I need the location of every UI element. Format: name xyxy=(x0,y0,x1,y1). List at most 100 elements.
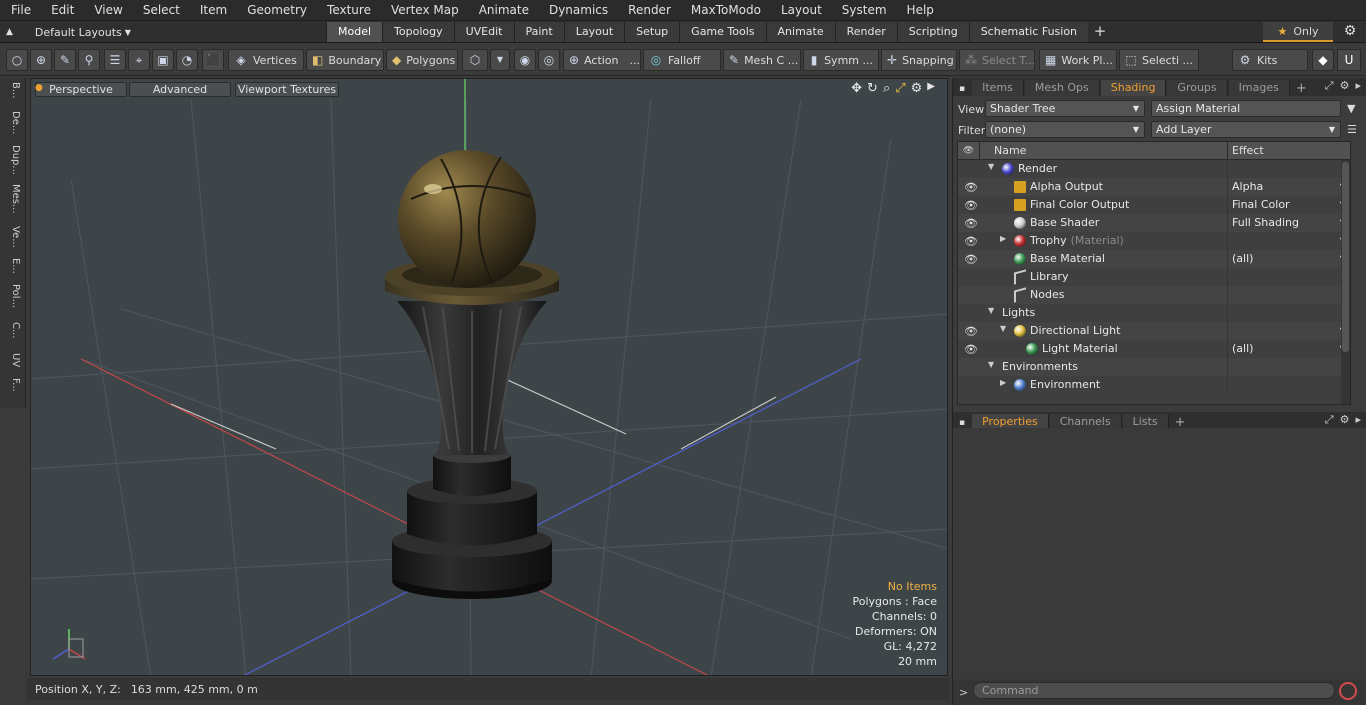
assign-material-dropdown[interactable]: Assign Material xyxy=(1151,100,1341,117)
pen-button[interactable]: ✎ xyxy=(54,49,76,71)
mesh-constraints-button[interactable]: ✎ Mesh C ... xyxy=(723,49,801,71)
menu-view[interactable]: View xyxy=(83,0,131,21)
collapsed-arrow-icon[interactable]: ▶ xyxy=(1000,378,1006,387)
view-dropdown[interactable]: Shader Tree ▼ xyxy=(985,100,1145,117)
material-mode-button[interactable]: ⬡ xyxy=(462,49,488,71)
command-input[interactable]: Command xyxy=(973,682,1335,699)
menu-vertex-map[interactable]: Vertex Map xyxy=(380,0,468,21)
expanded-arrow-icon[interactable]: ▼ xyxy=(988,162,994,171)
unity-button[interactable]: ◆ xyxy=(1312,49,1334,71)
snapping-button[interactable]: ✛ Snapping xyxy=(881,49,957,71)
effect-cell[interactable]: (all)▼ xyxy=(1227,250,1350,268)
menu-texture[interactable]: Texture xyxy=(316,0,380,21)
menu-item[interactable]: Item xyxy=(189,0,236,21)
expand-icon[interactable]: ⤢ xyxy=(1325,79,1334,93)
scroll-thumb[interactable] xyxy=(1342,162,1349,352)
shading-tab-mesh-ops[interactable]: Mesh Ops xyxy=(1024,80,1100,96)
effect-cell[interactable]: ▼ xyxy=(1227,232,1350,250)
globe-button[interactable]: ⊕ xyxy=(30,49,52,71)
record-icon[interactable] xyxy=(1339,682,1357,700)
shading-add-tab-icon[interactable]: + xyxy=(1290,81,1313,96)
shading-tab-items[interactable]: Items xyxy=(972,80,1024,96)
action-button[interactable]: ⊕ Action... xyxy=(563,49,641,71)
left-tab-7[interactable]: C... xyxy=(3,322,21,339)
play-icon[interactable]: ▶ xyxy=(927,81,935,96)
effect-column-header[interactable]: Effect xyxy=(1227,142,1350,160)
filter-dropdown[interactable]: (none) ▼ xyxy=(985,121,1145,138)
effect-cell[interactable]: Alpha▼ xyxy=(1227,178,1350,196)
left-tab-6[interactable]: Pol... xyxy=(3,284,21,308)
tab-game-tools[interactable]: Game Tools xyxy=(679,22,766,42)
visibility-eye-icon[interactable]: 👁 xyxy=(964,199,978,212)
tab-render[interactable]: Render xyxy=(834,22,897,42)
unreal-button[interactable]: U xyxy=(1337,49,1361,71)
tab-paint[interactable]: Paint xyxy=(513,22,564,42)
layout-up-icon[interactable]: ▲ xyxy=(6,27,13,37)
shading-tab-groups[interactable]: Groups xyxy=(1167,80,1228,96)
visibility-eye-icon[interactable]: 👁 xyxy=(964,343,978,356)
expand-icon[interactable]: ⤢ xyxy=(1325,413,1334,427)
timer-button[interactable]: ◔ xyxy=(176,49,198,71)
visibility-eye-icon[interactable]: 👁 xyxy=(964,181,978,194)
left-tab-2[interactable]: Dup... xyxy=(3,145,21,175)
kits-button[interactable]: ⚙ Kits xyxy=(1232,49,1308,71)
shading-menu-dot-icon[interactable]: ▪ xyxy=(953,84,971,96)
tree-row-alpha-output[interactable]: 👁 Alpha Output Alpha▼ xyxy=(958,178,1350,196)
symmetry-button[interactable]: ▮ Symm ... xyxy=(803,49,879,71)
falloff-button[interactable]: ◎ Falloff xyxy=(643,49,721,71)
tab-layout[interactable]: Layout xyxy=(563,22,625,42)
advanced-dropdown[interactable]: Advanced xyxy=(129,82,231,97)
menu-edit[interactable]: Edit xyxy=(40,0,83,21)
mode-dropdown-button[interactable]: ▼ xyxy=(490,49,510,71)
arrow-right-icon[interactable]: ▸ xyxy=(1355,79,1361,93)
brush-button[interactable]: ⚲ xyxy=(78,49,100,71)
effect-cell[interactable]: ▼ xyxy=(1227,322,1350,340)
tree-row-final-color-output[interactable]: 👁 Final Color Output Final Color▼ xyxy=(958,196,1350,214)
layout-selector[interactable]: ▲ Default Layouts ▼ xyxy=(6,24,131,40)
name-column-header[interactable]: Name xyxy=(994,144,1026,157)
expanded-arrow-icon[interactable]: ▼ xyxy=(988,306,994,315)
maximize-icon[interactable]: ⤢ xyxy=(895,81,905,96)
left-tab-5[interactable]: E... xyxy=(3,258,21,274)
viewport-scene[interactable] xyxy=(31,79,948,676)
visibility-eye-icon[interactable]: 👁 xyxy=(964,217,978,230)
menu-dynamics[interactable]: Dynamics xyxy=(538,0,617,21)
tree-row-light-material[interactable]: 👁 Light Material (all)▼ xyxy=(958,340,1350,358)
tree-row-library[interactable]: Library xyxy=(958,268,1350,286)
funnel-filter-icon[interactable]: ▼ xyxy=(1347,102,1355,115)
tree-scrollbar[interactable] xyxy=(1341,160,1350,404)
menu-system[interactable]: System xyxy=(831,0,896,21)
move-icon[interactable]: ✥ xyxy=(851,81,862,96)
gear-icon[interactable]: ⚙ xyxy=(1340,23,1360,41)
perspective-dropdown[interactable]: ● Perspective xyxy=(35,82,127,97)
effect-cell[interactable]: Final Color▼ xyxy=(1227,196,1350,214)
rotate-icon[interactable]: ↻ xyxy=(867,81,878,96)
expanded-arrow-icon[interactable]: ▼ xyxy=(1000,324,1006,333)
align-button[interactable]: ☰ xyxy=(104,49,126,71)
collapsed-arrow-icon[interactable]: ▶ xyxy=(1000,234,1006,243)
select-circle-button[interactable]: ○ xyxy=(6,49,28,71)
work-plane-button[interactable]: ▦ Work Pl... xyxy=(1039,49,1117,71)
gear-icon[interactable]: ⚙ xyxy=(1340,79,1350,93)
tab-model[interactable]: Model xyxy=(326,22,383,42)
effect-cell[interactable]: Full Shading▼ xyxy=(1227,214,1350,232)
gear-icon[interactable]: ⚙ xyxy=(911,81,923,96)
tree-row-nodes[interactable]: Nodes xyxy=(958,286,1350,304)
left-tab-8[interactable]: UV xyxy=(3,353,21,367)
menu-layout[interactable]: Layout xyxy=(770,0,831,21)
viewport-textures-dropdown[interactable]: Viewport Textures xyxy=(235,82,339,97)
effect-cell[interactable]: (all)▼ xyxy=(1227,340,1350,358)
add-layer-dropdown[interactable]: Add Layer ▼ xyxy=(1151,121,1341,138)
shading-tab-shading[interactable]: Shading xyxy=(1100,80,1167,96)
visibility-eye-icon[interactable]: 👁 xyxy=(964,325,978,338)
tree-row-render[interactable]: ▼ Render xyxy=(958,160,1350,178)
polygons-button[interactable]: ◆ Polygons xyxy=(386,49,458,71)
vertices-button[interactable]: ◈ Vertices xyxy=(228,49,304,71)
box-select-button[interactable]: ▣ xyxy=(152,49,174,71)
tree-row-lights[interactable]: ▼ Lights xyxy=(958,304,1350,322)
tab-schematic-fusion[interactable]: Schematic Fusion xyxy=(968,22,1089,42)
tree-row-base-material[interactable]: 👁 Base Material (all)▼ xyxy=(958,250,1350,268)
left-tab-4[interactable]: Ve... xyxy=(3,226,21,248)
tab-setup[interactable]: Setup xyxy=(624,22,680,42)
tab-topology[interactable]: Topology xyxy=(382,22,454,42)
